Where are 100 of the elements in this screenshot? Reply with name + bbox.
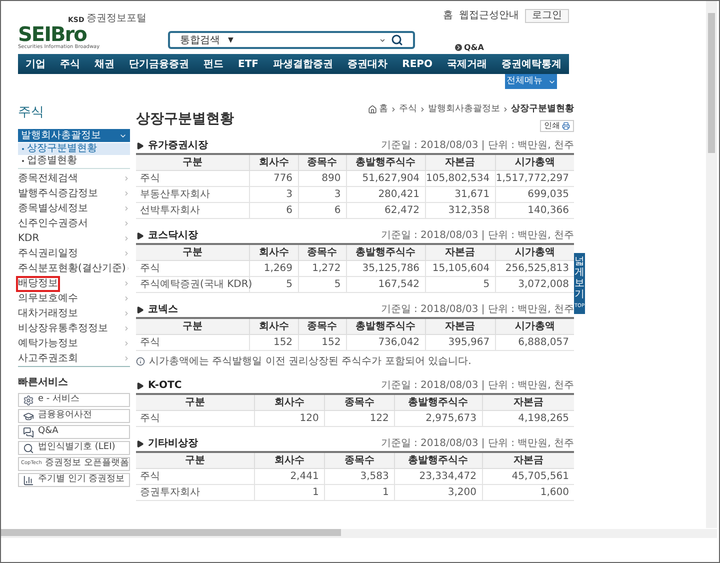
quick-service-button[interactable]: e - 서비스 bbox=[18, 393, 130, 407]
section-meta: 기준일 : 2018/08/03 | 단위 : 백만원, 천주 bbox=[380, 379, 574, 393]
all-menu-button[interactable]: 전체메뉴 bbox=[505, 74, 557, 89]
sidebar-link[interactable]: 예탁가능정보 bbox=[18, 338, 78, 350]
table-cell: 167,542 bbox=[346, 276, 426, 292]
logo-subtitle: 증권정보포털 bbox=[86, 14, 146, 24]
table-cell: 6 bbox=[250, 202, 298, 218]
column-header: 구분 bbox=[136, 394, 254, 410]
chevron-icon bbox=[123, 280, 130, 287]
nav-item[interactable]: 단기금융증권 bbox=[128, 56, 189, 72]
section-title: 유가증권시장 bbox=[148, 139, 208, 153]
nav-item[interactable]: 채권 bbox=[94, 56, 114, 72]
nav-item[interactable]: 주식 bbox=[60, 56, 80, 72]
utility-link[interactable]: 홈 bbox=[443, 8, 453, 23]
breadcrumb-link[interactable]: 주식 bbox=[399, 103, 417, 116]
table-cell: 선박투자회사 bbox=[136, 202, 250, 218]
column-header: 총발행주식수 bbox=[346, 154, 426, 170]
nav-item[interactable]: 증권예탁통계 bbox=[502, 56, 562, 72]
table-cell: 51,627,904 bbox=[346, 170, 426, 186]
column-header: 종목수 bbox=[298, 318, 346, 334]
section-title: 기타비상장 bbox=[148, 437, 198, 451]
quick-services-title: 빠른서비스 bbox=[18, 376, 69, 390]
quick-service-button[interactable]: Q&A bbox=[18, 425, 130, 439]
column-header: 자본금 bbox=[425, 154, 496, 170]
sidebar-section[interactable]: 발행회사총괄정보 bbox=[18, 129, 130, 142]
column-header: 구분 bbox=[136, 244, 250, 260]
chevron-icon bbox=[123, 325, 130, 332]
section-meta: 기준일 : 2018/08/03 | 단위 : 백만원, 천주 bbox=[380, 229, 574, 243]
table-cell: 395,967 bbox=[425, 334, 496, 350]
table-cell: 3 bbox=[298, 186, 346, 202]
nav-item[interactable]: ETF bbox=[238, 56, 258, 72]
table-cell: 312,358 bbox=[425, 202, 496, 218]
magnifier-icon bbox=[22, 442, 34, 454]
column-header: 총발행주식수 bbox=[394, 452, 482, 468]
section-title: K-OTC bbox=[148, 379, 182, 393]
sidebar-subitem[interactable]: 업종별현황 bbox=[18, 155, 130, 167]
chevron-icon bbox=[123, 175, 130, 182]
section-meta: 기준일 : 2018/08/03 | 단위 : 백만원, 천주 bbox=[380, 139, 574, 153]
scrollbar-thumb[interactable] bbox=[708, 13, 715, 153]
nav-item[interactable]: 국제거래 bbox=[447, 56, 488, 72]
chevron-icon bbox=[419, 106, 426, 114]
table-cell: 3,200 bbox=[394, 484, 482, 500]
breadcrumb-link[interactable]: 발행회사총괄정보 bbox=[428, 103, 500, 116]
scrollbar-thumb[interactable] bbox=[1, 529, 341, 536]
table-cell: 1,269 bbox=[250, 260, 298, 276]
sidebar-subitem[interactable]: 상장구분별현황 bbox=[18, 143, 130, 155]
nav-item[interactable]: 증권대차 bbox=[348, 56, 388, 72]
nav-item[interactable]: 기업 bbox=[25, 56, 46, 72]
column-header: 총발행주식수 bbox=[346, 318, 426, 334]
qa-link[interactable]: Q&A bbox=[464, 43, 484, 52]
vertical-scrollbar[interactable] bbox=[706, 1, 717, 528]
table-cell: 주식 bbox=[136, 170, 250, 186]
section-meta: 기준일 : 2018/08/03 | 단위 : 백만원, 천주 bbox=[380, 437, 574, 451]
sidebar-subitem-label: 상장구분별현황 bbox=[27, 143, 97, 155]
sidebar-link[interactable]: 발행주식증감정보 bbox=[18, 188, 98, 200]
section-meta: 기준일 : 2018/08/03 | 단위 : 백만원, 천주 bbox=[380, 303, 574, 317]
print-button[interactable]: 인쇄 bbox=[540, 120, 574, 132]
section-title: 코스닥시장 bbox=[148, 229, 198, 243]
table-cell: 주식예탁증권(국내 KDR) bbox=[136, 276, 250, 292]
chevron-icon bbox=[502, 106, 509, 114]
sidebar-link[interactable]: 주식분포현황(결산기준) bbox=[18, 262, 126, 274]
table-cell: 120 bbox=[254, 410, 324, 426]
column-header: 회사수 bbox=[254, 452, 324, 468]
info-icon bbox=[136, 357, 145, 366]
sidebar-link[interactable]: 대차거래정보 bbox=[18, 308, 78, 320]
chevron-icon bbox=[126, 265, 130, 272]
search-icon[interactable] bbox=[391, 34, 403, 46]
sidebar-link[interactable]: 배당정보 bbox=[18, 278, 58, 290]
breadcrumb-link[interactable]: 홈 bbox=[379, 103, 388, 116]
sidebar-link[interactable]: 주식권리일정 bbox=[18, 248, 78, 260]
nav-item[interactable]: 파생결합증권 bbox=[273, 56, 334, 72]
table-cell: 1,272 bbox=[298, 260, 346, 276]
chevron-icon bbox=[390, 106, 397, 114]
circle-arrow-icon bbox=[455, 44, 462, 51]
utility-link[interactable]: 웹접근성안내 bbox=[459, 8, 519, 23]
quick-service-button[interactable]: 법인식별기호 (LEI) bbox=[18, 441, 130, 455]
sidebar-link[interactable]: 의무보호예수 bbox=[18, 292, 78, 304]
horizontal-scrollbar[interactable] bbox=[1, 529, 717, 538]
logo[interactable]: SEIBro bbox=[18, 24, 86, 44]
column-header: 회사수 bbox=[250, 154, 298, 170]
table-cell: 주식 bbox=[136, 334, 250, 350]
sidebar-link[interactable]: 종목전체검색 bbox=[18, 172, 78, 184]
sidebar-link[interactable]: 비상장유통추정정보 bbox=[18, 322, 108, 334]
table-cell: 35,125,786 bbox=[346, 260, 426, 276]
nav-item[interactable]: 펀드 bbox=[203, 56, 224, 72]
table-cell: 152 bbox=[298, 334, 346, 350]
column-header: 회사수 bbox=[250, 318, 298, 334]
chat-icon bbox=[22, 426, 34, 438]
sidebar-link[interactable]: 종목별상세정보 bbox=[18, 202, 88, 214]
gear-icon bbox=[22, 394, 34, 406]
nav-item[interactable]: REPO bbox=[402, 56, 432, 72]
quick-service-button[interactable]: 주기별 인기 증권정보 bbox=[18, 473, 130, 487]
sidebar-link[interactable]: KDR bbox=[18, 232, 40, 244]
sidebar-link[interactable]: 신주인수권증서 bbox=[18, 218, 88, 230]
sidebar-link[interactable]: 사고주권조회 bbox=[18, 352, 78, 364]
bullet-icon bbox=[136, 306, 144, 314]
page-title: 상장구분별현황 bbox=[136, 110, 234, 129]
quick-service-button[interactable]: 금융용어사전 bbox=[18, 409, 130, 423]
breadcrumb-link[interactable]: 상장구분별현황 bbox=[511, 103, 574, 116]
login-button[interactable]: 로그인 bbox=[525, 8, 569, 22]
